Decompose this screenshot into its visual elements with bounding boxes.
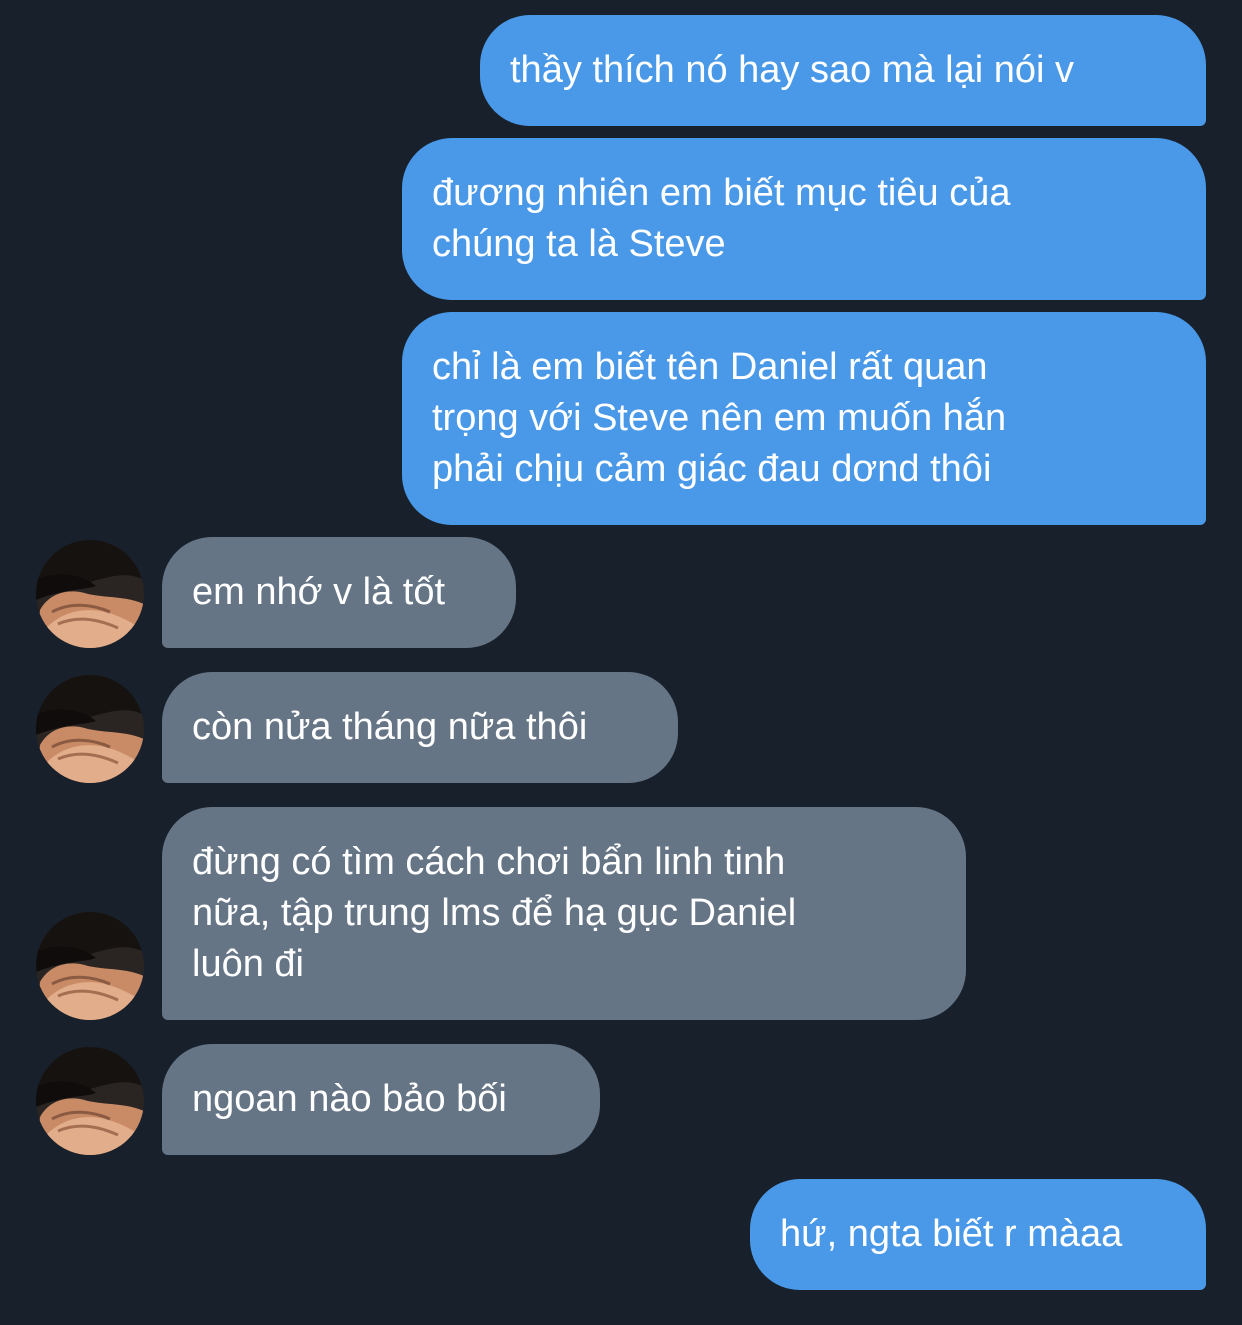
message-text: đừng có tìm cách chơi bẩn linh tinh — [192, 841, 786, 883]
message-text: luôn đi — [192, 943, 304, 985]
message-text: em nhớ v là tốt — [192, 571, 446, 613]
message-text: ngoan nào bảo bối — [192, 1078, 507, 1120]
message-text: hứ, ngta biết r màaa — [780, 1213, 1123, 1255]
message-bubble-outgoing[interactable]: hứ, ngta biết r màaa — [750, 1179, 1206, 1290]
message-text: thầy thích nó hay sao mà lại nói v — [510, 49, 1074, 91]
avatar-photo-icon[interactable] — [36, 912, 144, 1020]
message-text: đương nhiên em biết mục tiêu của — [432, 172, 1011, 214]
message-bubble-incoming[interactable]: ngoan nào bảo bối — [162, 1044, 600, 1155]
message-bubble-outgoing[interactable]: chỉ là em biết tên Daniel rất quan trọng… — [402, 312, 1206, 525]
message-bubble-incoming[interactable]: em nhớ v là tốt — [162, 537, 516, 648]
avatar-photo-icon[interactable] — [36, 1047, 144, 1155]
message-bubble-outgoing[interactable]: đương nhiên em biết mục tiêu của chúng t… — [402, 138, 1206, 300]
message-text: chúng ta là Steve — [432, 223, 726, 265]
message-text: nữa, tập trung lms để hạ gục Daniel — [192, 892, 797, 934]
message-text: phải chịu cảm giác đau dơnd thôi — [432, 448, 992, 490]
message-text: chỉ là em biết tên Daniel rất quan — [432, 346, 988, 388]
message-text: còn nửa tháng nữa thôi — [192, 706, 588, 748]
message-bubble-incoming[interactable]: đừng có tìm cách chơi bẩn linh tinh nữa,… — [162, 807, 966, 1020]
message-text: trọng với Steve nên em muốn hắn — [432, 397, 1007, 439]
avatar-photo-icon[interactable] — [36, 675, 144, 783]
avatar-photo-icon[interactable] — [36, 540, 144, 648]
message-bubble-outgoing[interactable]: thầy thích nó hay sao mà lại nói v — [480, 15, 1206, 126]
message-bubble-incoming[interactable]: còn nửa tháng nữa thôi — [162, 672, 678, 783]
